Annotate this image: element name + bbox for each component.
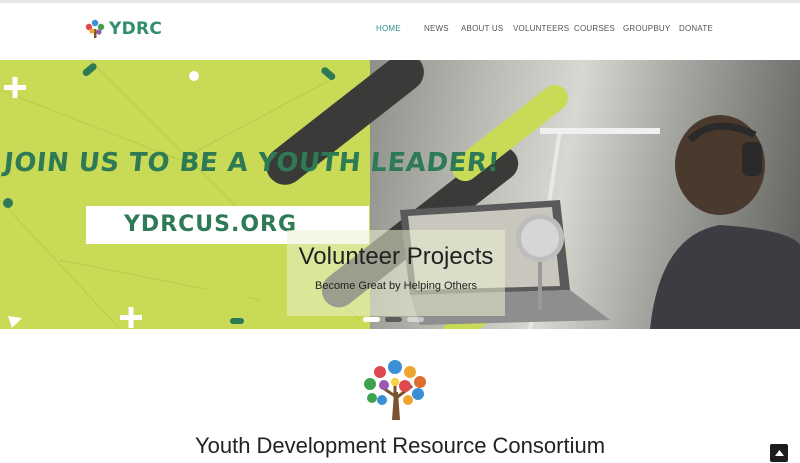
nav-groupbuy[interactable]: GROUPBUY	[623, 24, 679, 33]
nav-courses[interactable]: COURSES	[574, 24, 623, 33]
back-to-top-button[interactable]	[770, 444, 788, 462]
carousel-indicator-2[interactable]	[385, 317, 402, 322]
tree-logo-small-icon	[85, 19, 105, 38]
main-nav: HOME NEWS ABOUT US VOLUNTEERS COURSES GR…	[376, 24, 719, 33]
site-logo[interactable]: YDRC	[84, 19, 162, 39]
hero-headline: JOIN US TO BE A YOUTH LEADER!	[2, 148, 502, 178]
carousel-indicator-1[interactable]	[363, 317, 380, 322]
nav-home[interactable]: HOME	[376, 24, 424, 33]
caption-subtitle: Become Great by Helping Others	[314, 280, 478, 292]
carousel-indicator-3[interactable]	[407, 317, 424, 322]
chevron-up-icon	[774, 450, 784, 456]
nav-about-us[interactable]: ABOUT US	[461, 24, 513, 33]
hero-carousel[interactable]: JOIN US TO BE A YOUTH LEADER! YDRCUS.ORG…	[0, 60, 800, 329]
caption-title: Volunteer Projects	[298, 243, 494, 270]
nav-news[interactable]: NEWS	[424, 24, 461, 33]
tree-logo-icon	[364, 360, 426, 420]
nav-donate[interactable]: DONATE	[679, 24, 719, 33]
carousel-indicators	[363, 317, 424, 322]
nav-volunteers[interactable]: VOLUNTEERS	[513, 24, 574, 33]
logo-text: YDRC	[109, 19, 163, 39]
url-text: YDRCUS.ORG	[124, 212, 298, 237]
site-title: Youth Development Resource Consortium	[194, 433, 606, 458]
site-header: YDRC HOME NEWS ABOUT US VOLUNTEERS COURS…	[0, 3, 800, 60]
